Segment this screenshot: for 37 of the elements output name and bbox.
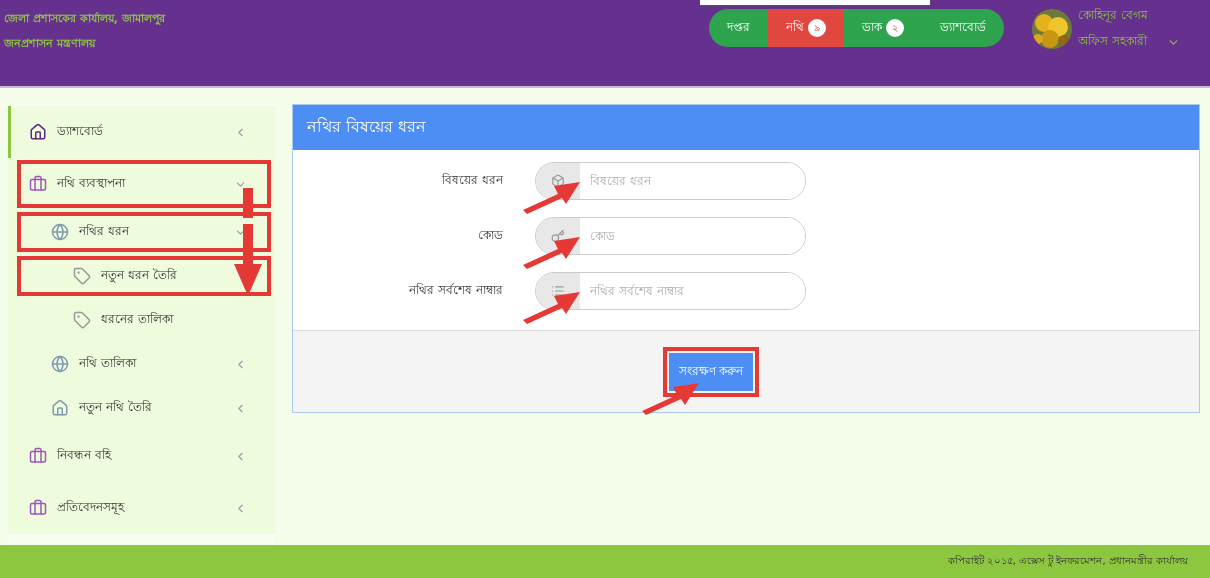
input-field[interactable]: কোড <box>535 217 806 255</box>
sidebar-item[interactable]: নথির ধরন <box>8 210 275 254</box>
sidebar-item[interactable]: নতুন নথি তৈরি <box>8 386 275 430</box>
briefcase-icon <box>29 447 47 465</box>
copyright-text: কপিরাইট ২০১৫, এক্সেস টু ইনফরমেশন, প্রধানমন্ত্রীর কার্যালয় <box>947 553 1188 569</box>
tag-icon <box>73 267 91 285</box>
user-name: কোহিনূর বেগম <box>1078 7 1149 25</box>
count-badge: ৯ <box>808 19 827 37</box>
field-label: কোড <box>477 227 503 244</box>
home-icon <box>29 123 47 141</box>
tag-icon <box>73 311 91 329</box>
sidebar-item[interactable]: নথি তালিকা <box>8 342 275 386</box>
sidebar-item[interactable]: নিবন্ধন বহি <box>8 430 275 482</box>
sidebar-item[interactable]: নথি ব্যবস্থাপনা <box>8 158 275 210</box>
globe-icon <box>51 355 69 373</box>
input-field[interactable]: নথির সর্বশেষ নাম্বার <box>535 272 806 310</box>
list-icon <box>551 284 565 298</box>
home-icon <box>51 399 69 417</box>
input-field[interactable]: বিষয়ের ধরন <box>535 162 806 200</box>
panel-title: নথির বিষয়ের ধরন <box>307 116 427 138</box>
briefcase-icon <box>29 175 47 193</box>
cube-icon <box>551 174 565 188</box>
sidebar-item[interactable]: ধরনের তালিকা <box>8 298 275 342</box>
nav-tab[interactable]: নথি ৯ <box>768 9 845 47</box>
field-label: বিষয়ের ধরন <box>441 172 503 189</box>
user-role: অফিস সহকারী <box>1078 33 1147 50</box>
sidebar-item[interactable]: প্রতিবেদনসমূহ <box>8 482 275 534</box>
office-title: জনপ্রশাসন মন্ত্রণালয় <box>4 36 97 52</box>
office-title: জেলা প্রশাসকের কার্যালয়, জামালপুর <box>4 11 165 27</box>
globe-icon <box>51 223 69 241</box>
sidebar-item[interactable]: নতুন ধরন তৈরি <box>8 254 275 298</box>
field-label: নথির সর্বশেষ নাম্বার <box>408 282 503 299</box>
key-icon <box>551 229 565 243</box>
briefcase-icon <box>29 499 47 517</box>
sidebar-item[interactable]: ড্যাশবোর্ড <box>8 106 275 158</box>
nav-tab[interactable]: ডাক ২ <box>844 9 923 47</box>
count-badge: ২ <box>886 19 905 37</box>
